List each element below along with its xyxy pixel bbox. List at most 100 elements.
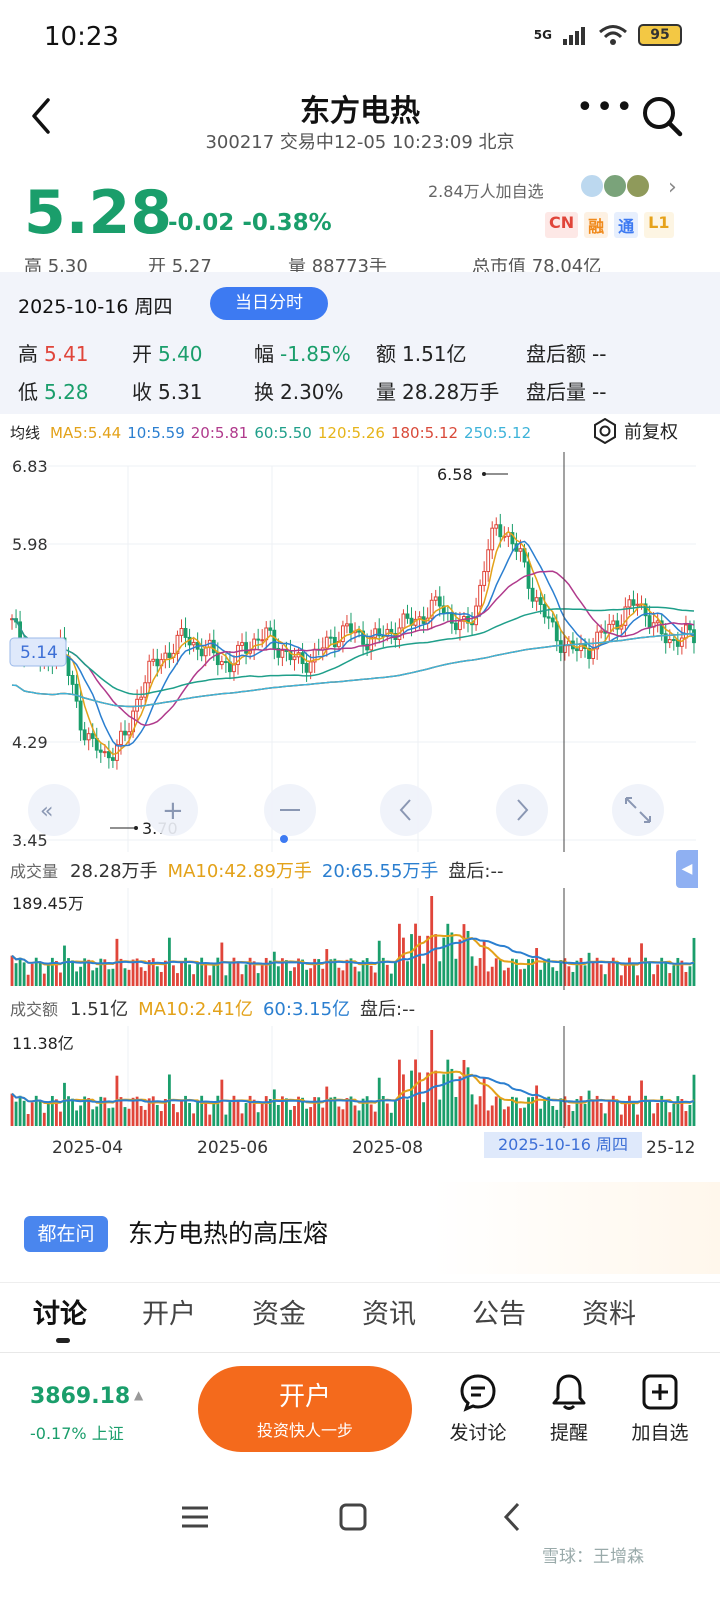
open-account-button[interactable]: 开户 投资快人一步 <box>198 1366 412 1452</box>
avatar <box>580 174 604 198</box>
candle-body <box>324 636 329 649</box>
stat-label: 高 <box>18 342 38 366</box>
volume-bar <box>30 964 34 986</box>
candle-body <box>373 628 378 638</box>
volume-bar <box>345 959 349 986</box>
chevron-right-icon[interactable]: › <box>668 175 677 200</box>
volume-bar <box>272 951 276 986</box>
volume-bar <box>143 970 147 986</box>
index-value[interactable]: 3869.18 <box>30 1384 130 1409</box>
candle-body <box>611 620 616 625</box>
volume-ma20: 20:65.55万手 <box>321 861 439 882</box>
candle-body <box>199 648 204 657</box>
volume-legend: 成交量 28.28万手 MA10:42.89万手 20:65.55万手 盘后:-… <box>0 852 720 888</box>
amount-bar <box>551 1106 555 1126</box>
tab-discuss[interactable]: 讨论 <box>33 1292 87 1331</box>
home-icon[interactable] <box>336 1500 370 1534</box>
candle-body <box>256 638 261 641</box>
tab-indicator <box>56 1338 70 1343</box>
triangle-up-icon: ▲ <box>134 1388 144 1402</box>
back-nav-icon[interactable] <box>496 1500 530 1534</box>
next-button[interactable] <box>496 784 548 836</box>
volume-bar <box>256 973 260 986</box>
battery-icon: 95 <box>638 24 682 46</box>
volume-bar <box>490 966 494 986</box>
rewind-button[interactable]: « <box>28 784 80 836</box>
amount-bar <box>668 1112 672 1126</box>
stat-label: 量 <box>376 380 396 404</box>
search-icon[interactable] <box>640 94 684 138</box>
amount-bar <box>276 1104 280 1126</box>
volume-bar <box>591 961 595 986</box>
volume-ma10: MA10:42.89万手 <box>167 861 312 882</box>
max-label: 6.58 <box>437 465 473 484</box>
volume-bar <box>22 962 26 986</box>
amount-bar <box>63 1082 66 1126</box>
volume-bar <box>264 957 268 986</box>
add-watchlist-button[interactable]: 加自选 <box>620 1372 700 1445</box>
amount-bar <box>107 1108 111 1126</box>
candle-body <box>627 599 632 608</box>
volume-bar <box>676 957 680 986</box>
amount-bar <box>176 1112 179 1126</box>
volume-bar <box>329 959 333 986</box>
volume-bar <box>38 961 42 986</box>
ma-line <box>11 632 695 708</box>
candle-body <box>437 596 442 607</box>
amount-bar <box>397 1059 401 1126</box>
amount-bar <box>127 1108 131 1126</box>
amount-bar <box>46 1103 50 1126</box>
tab-announcements[interactable]: 公告 <box>472 1292 526 1331</box>
ask-badge: 都在问 <box>24 1216 108 1252</box>
amount-bar <box>535 1085 539 1126</box>
amount-bar <box>71 1098 74 1126</box>
amount-bar <box>603 1113 607 1126</box>
volume-bar <box>454 958 458 986</box>
more-icon[interactable]: ••• <box>576 93 635 123</box>
stat-value: 5.31 <box>158 380 203 404</box>
intraday-button[interactable]: 当日分时 <box>210 287 328 320</box>
volume-bar <box>462 924 466 986</box>
volume-bar <box>402 937 405 986</box>
tab-news[interactable]: 资讯 <box>362 1292 416 1331</box>
followers-count[interactable]: 2.84万人加自选 <box>428 178 544 202</box>
amount-bar <box>414 1059 417 1126</box>
candle-body <box>304 663 309 673</box>
tab-open-account[interactable]: 开户 <box>142 1292 196 1331</box>
volume-bar <box>494 958 498 986</box>
kline-chart[interactable]: 6.83 5.98 4.29 3.45 5.14 6.58 3.70 « + <box>0 452 720 1142</box>
amount-bar <box>385 1103 389 1126</box>
page-subtitle: 300217 交易中12-05 10:23:09 北京 <box>205 132 515 153</box>
candle-body <box>167 652 172 658</box>
candle-body <box>683 624 688 639</box>
tab-funds[interactable]: 资金 <box>252 1292 306 1331</box>
tab-profile[interactable]: 资料 <box>582 1292 636 1331</box>
volume-bar-ma <box>11 937 695 965</box>
amount-bar <box>490 1105 494 1126</box>
amount-bar <box>159 1111 163 1126</box>
remind-button[interactable]: 提醒 <box>529 1372 609 1445</box>
fullscreen-button[interactable] <box>612 784 664 836</box>
prev-button[interactable] <box>380 784 432 836</box>
amount-bar <box>26 1114 30 1126</box>
stat-turnover: 换 2.30% <box>254 376 344 405</box>
index-change: -0.17% 上证 <box>30 1424 124 1443</box>
volume-bar <box>498 959 502 986</box>
stat-label: 幅 <box>254 342 274 366</box>
ask-question[interactable]: 东方电热的高压熔 <box>128 1214 328 1250</box>
volume-bar <box>543 959 547 986</box>
amount-bar <box>10 1093 14 1126</box>
collapse-tab[interactable]: ◀ <box>676 850 698 888</box>
ma-item: 60:5.50 <box>254 423 312 442</box>
zoom-in-button[interactable]: + <box>146 784 198 836</box>
ask-section[interactable] <box>0 1182 720 1274</box>
volume-max: 189.45万 <box>12 894 84 913</box>
amount-bar <box>188 1103 191 1126</box>
zoom-out-button[interactable] <box>264 784 316 836</box>
amount-bar <box>200 1095 204 1126</box>
discuss-button[interactable]: 发讨论 <box>438 1372 518 1445</box>
menu-icon[interactable] <box>178 1500 212 1534</box>
volume-bar <box>325 949 329 986</box>
candle-body <box>655 620 660 624</box>
adjust-button[interactable]: 前复权 <box>592 418 678 444</box>
